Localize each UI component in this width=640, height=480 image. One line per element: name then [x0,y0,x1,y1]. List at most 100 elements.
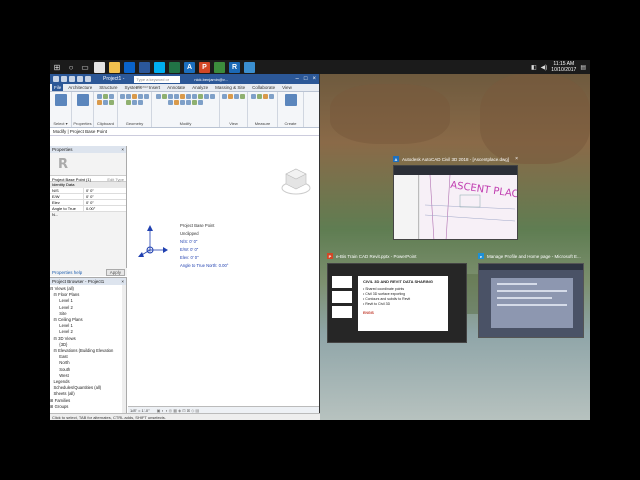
property-value[interactable]: 0' 0" [84,188,94,193]
ribbon-tool-icons[interactable] [154,94,217,105]
taskbar-app-camtasia-icon[interactable] [214,61,225,73]
revit-window[interactable]: Project1 - Type a keyword or phrase nick… [50,74,320,420]
revit-title-bar[interactable]: Project1 - Type a keyword or phrase nick… [50,74,319,89]
taskbar-app-explorer-icon[interactable] [109,61,120,73]
ribbon: Select ▾ Properties Clipboard Geometry Modif… [50,92,319,128]
viewcube-icon[interactable] [281,166,311,196]
notifications-icon[interactable]: ▤ [580,64,586,71]
taskbar-app-skype-icon[interactable] [154,61,165,73]
taskbar-app-outlook-icon[interactable] [124,61,135,73]
properties-help-link[interactable]: Properties help [52,270,82,275]
minimize-icon[interactable]: – [296,76,299,82]
edge-icon: e [478,253,484,259]
unclipped-toggle[interactable]: Unclipped [180,230,228,238]
taskbar-app-excel-icon[interactable] [169,61,180,73]
cortana-icon[interactable]: ○ [64,60,78,74]
ribbon-panel-select[interactable]: Select ▾ [50,92,72,127]
browser-title: Project Browser - Project1 [52,279,105,284]
ribbon-tool-icons[interactable] [120,94,149,105]
quick-access-toolbar[interactable] [53,76,91,82]
bullet-text: Civil 3D surface exporting [365,292,406,296]
property-key: N/S [50,188,84,193]
ribbon-tool-icons[interactable] [222,94,245,99]
taskbar-app-other-icon[interactable] [244,61,255,73]
taskbar-app-autodesk-icon[interactable]: A [184,61,195,73]
angle-value[interactable]: Angle to True North: 0.00° [180,262,228,270]
ribbon-panel-label: Properties [73,121,92,126]
tab-structure[interactable]: Structure [97,84,119,91]
browser-tree-item[interactable]: ⊞ Groups [50,404,126,410]
tab-view[interactable]: View [280,84,294,91]
edit-type-button[interactable]: Edit Type [107,176,124,182]
tab-architecture[interactable]: Architecture [66,84,94,91]
close-icon[interactable]: × [312,76,316,82]
type-selector[interactable]: Project Base Point (1) Edit Type [50,175,126,182]
ribbon-panel-view[interactable]: View [220,92,248,127]
ribbon-tool-icons[interactable] [96,94,115,105]
slide-thumbnails [332,276,354,336]
property-row[interactable]: Angle to True N... 0.00° [50,206,126,217]
bullet-text: Contours and subdiv to Revit [365,297,411,301]
maximize-icon[interactable]: □ [304,76,308,82]
tab-analyze[interactable]: Analyze [190,84,210,91]
ribbon-panel-geometry[interactable]: Geometry [118,92,152,127]
ribbon-panel-modify[interactable]: Modify [152,92,220,127]
tab-file[interactable]: File [52,84,64,91]
tab-annotate[interactable]: Annotate [165,84,187,91]
desktop-screen: ⊞ ○ ▭ AP R ◧ ◀) 11:15 AM 10/10/2017 ▤ Pro… [50,60,590,420]
taskbar-app-powerpoint-icon[interactable]: P [199,61,210,73]
elev-value[interactable]: Elev: 0' 0" [180,254,228,262]
ribbon-panel-create[interactable]: Create [278,92,304,127]
user-account[interactable]: nick.benjamin@v... [194,77,228,82]
network-icon[interactable]: ◧ [531,64,537,71]
autocad-thumbnail[interactable]: ASCENT PLACE [393,165,518,240]
windows-start-icon[interactable]: ⊞ [50,60,64,74]
properties-palette: Properties × R Project Base Point (1) Ed… [50,146,127,276]
ribbon-tool-icons[interactable] [284,94,297,106]
task-view-icon[interactable]: ▭ [78,60,92,74]
tab-massing-site[interactable]: Massing & Site [213,84,247,91]
ribbon-tool-icons[interactable] [251,94,274,99]
properties-header: Properties × [50,146,126,153]
powerpoint-thumbnail[interactable]: CIVIL 3D AND REVIT DATA SHARING • Shared… [327,263,467,343]
taskbar-app-chrome-icon[interactable] [94,61,105,73]
ns-value[interactable]: N/S: 0' 0" [180,238,228,246]
drawing-area[interactable]: Project Base Point Unclipped N/S: 0' 0" … [128,146,319,413]
property-value[interactable]: 0' 0" [84,200,94,205]
slide-main: CIVIL 3D AND REVIT DATA SHARING • Shared… [358,276,448,331]
type-label: Project Base Point (1) [52,177,91,182]
ribbon-panel-label: View [229,121,238,126]
base-point-icon[interactable] [132,220,172,270]
close-icon[interactable]: × [121,278,124,285]
ribbon-panel-properties[interactable]: Properties [72,92,94,127]
search-input[interactable]: Type a keyword or phrase [134,75,181,89]
view-control-bar[interactable]: 1/8" = 1'-0" ▣ ◐ ◑ ◎ ▦ ◈ ⊡ ⊠ ◇ ▤ [128,406,319,413]
tab-insert[interactable]: Insert [147,84,162,91]
tab-systems[interactable]: Systems [123,84,144,91]
scrollbar[interactable] [122,285,126,413]
taskview-cad-title[interactable]: A Autodesk AutoCAD Civil 3D 2018 - [Asce… [393,156,518,162]
ribbon-panel-label: Measure [254,121,271,126]
close-icon[interactable]: × [515,156,518,162]
property-value[interactable]: 0' 0" [84,194,94,199]
ribbon-panel-measure[interactable]: Measure [248,92,278,127]
ribbon-panel-clipboard[interactable]: Clipboard [94,92,118,127]
ribbon-panel-label: Clipboard [96,121,115,126]
web-window-title: Manage Profile and Home page - Microsoft… [487,253,581,259]
taskview-web-title[interactable]: e Manage Profile and Home page - Microso… [478,253,584,259]
apply-button[interactable]: Apply [105,268,125,276]
ew-value[interactable]: E/W: 0' 0" [180,246,228,254]
property-value[interactable]: 0.00° [84,206,95,211]
close-icon[interactable]: × [121,146,124,153]
taskbar-app-list: AP R [92,61,257,73]
ribbon-tool-icons[interactable] [54,94,67,106]
taskbar-app-word-icon[interactable] [139,61,150,73]
volume-icon[interactable]: ◀) [541,64,548,71]
taskview-ppt-title[interactable]: P e-Bis Train CAD Revit.pptx - PowerPoin… [327,253,467,259]
settings-card [491,278,573,328]
ribbon-tool-icons[interactable] [76,94,89,106]
clock[interactable]: 11:15 AM 10/10/2017 [551,61,576,73]
tab-collaborate[interactable]: Collaborate [250,84,277,91]
taskbar-app-revit-icon[interactable]: R [229,61,240,73]
web-thumbnail[interactable] [478,263,584,338]
